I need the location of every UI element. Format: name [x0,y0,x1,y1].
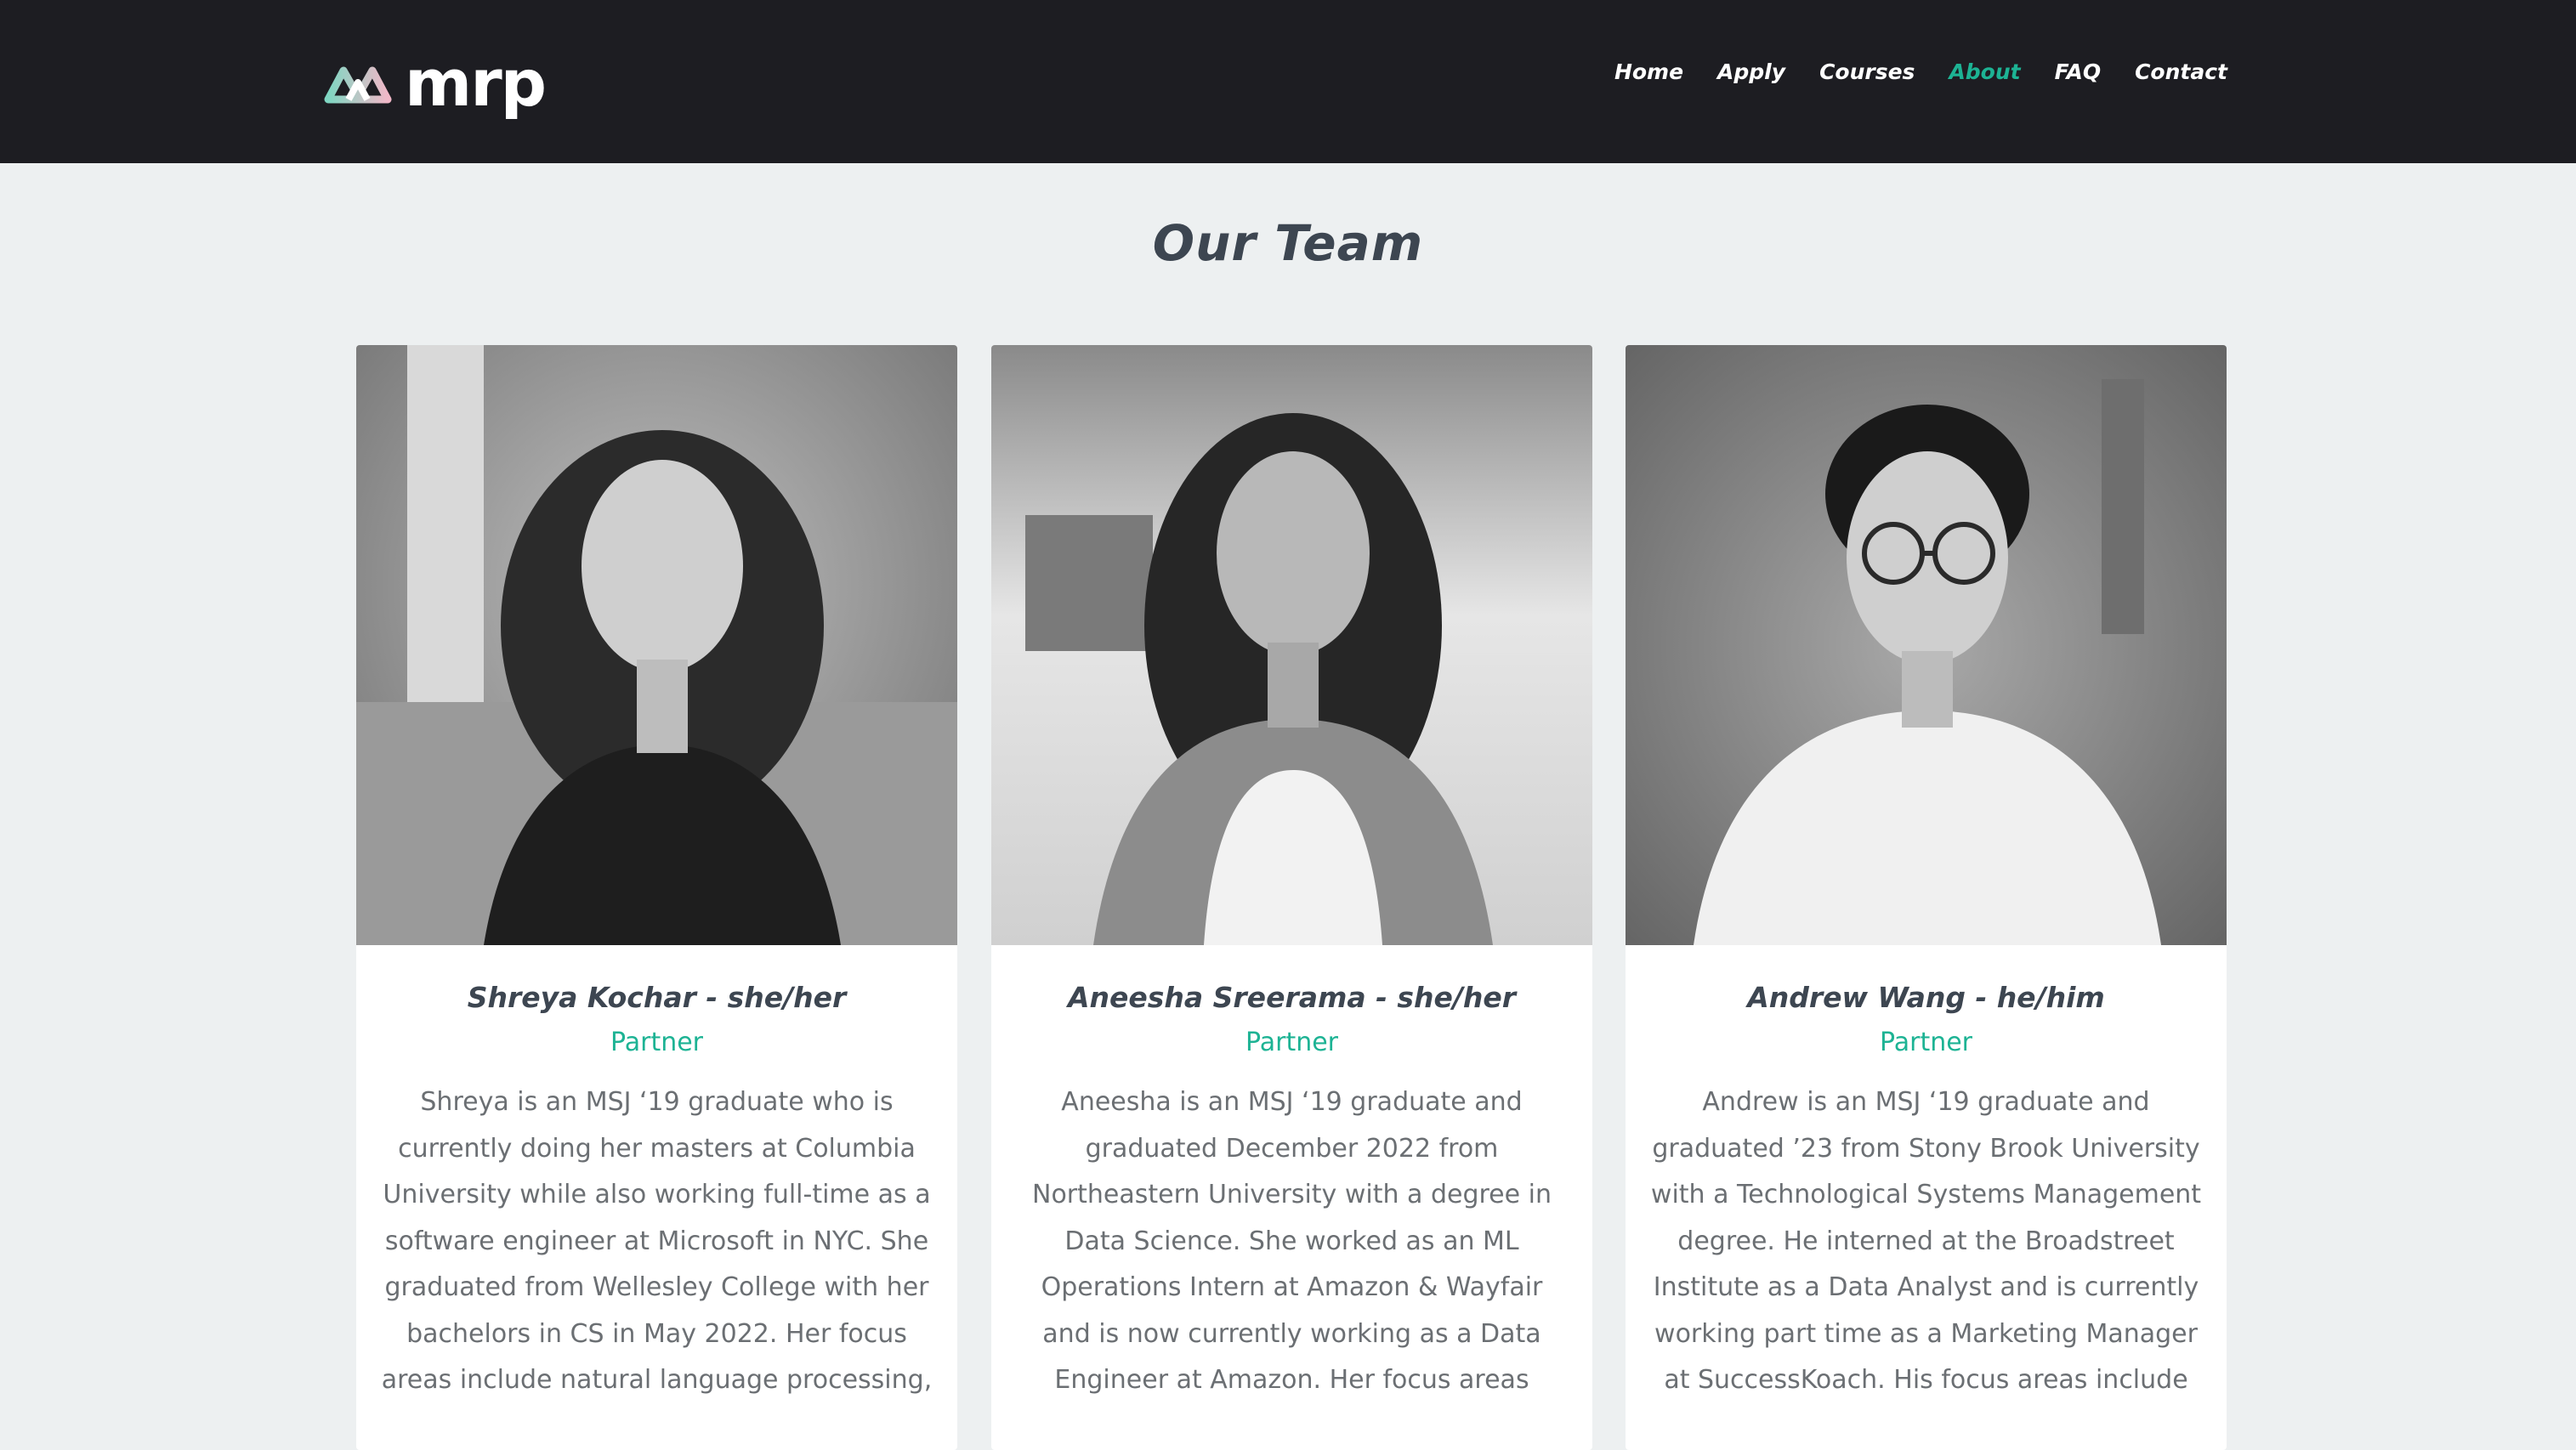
section-title: Our Team [1152,214,1424,272]
member-name: Aneesha Sreerama - she/her [1067,981,1517,1014]
member-bio: Andrew is an MSJ ‘19 graduate and gradua… [1650,1087,2202,1395]
nav-faq[interactable]: FAQ [2055,59,2101,84]
team-card: Aneesha Sreerama - she/her Partner Anees… [991,345,1592,1450]
member-role: Partner [1245,1028,1339,1057]
top-navbar: mrp Home Apply Courses About FAQ Contact [0,0,2576,163]
nav-about[interactable]: About [1949,59,2020,84]
logo-text: mrp [405,45,547,121]
team-card: Shreya Kochar - she/her Partner Shreya i… [356,345,957,1450]
nav-home[interactable]: Home [1614,59,1683,84]
member-photo [356,345,957,945]
member-name: Andrew Wang - he/him [1747,981,2105,1014]
member-role: Partner [1879,1028,1973,1057]
main-nav: Home Apply Courses About FAQ Contact [1614,59,2227,84]
member-name: Shreya Kochar - she/her [467,981,847,1014]
brand-logo[interactable]: mrp [323,45,547,121]
nav-courses[interactable]: Courses [1819,59,1915,84]
nav-apply[interactable]: Apply [1717,59,1785,84]
member-role: Partner [610,1028,704,1057]
team-card: Andrew Wang - he/him Partner Andrew is a… [1626,345,2227,1450]
member-bio: Shreya is an MSJ ‘19 graduate who is cur… [381,1087,933,1395]
member-photo [1626,345,2227,945]
member-photo [991,345,1592,945]
nav-contact[interactable]: Contact [2135,59,2227,84]
logo-mark-icon [324,66,392,104]
member-bio: Aneesha is an MSJ ‘19 graduate and gradu… [1032,1087,1552,1395]
